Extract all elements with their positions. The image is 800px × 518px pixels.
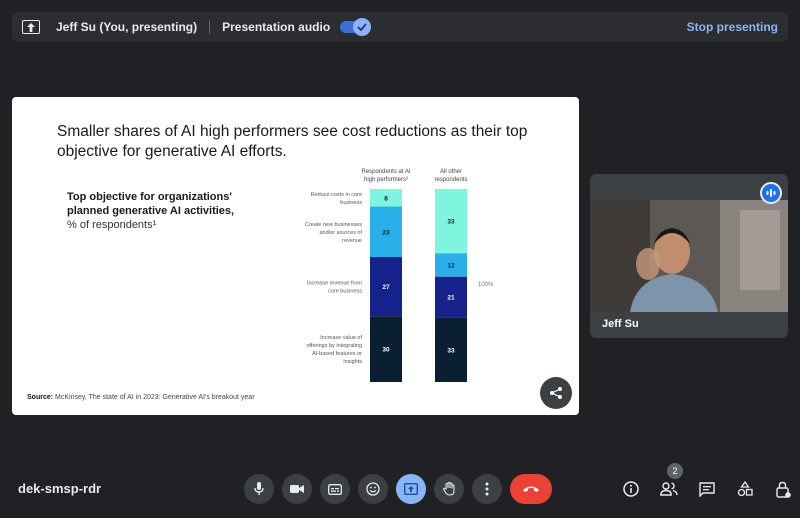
presentation-audio-label: Presentation audio xyxy=(222,20,331,34)
data-label: 12 xyxy=(447,263,455,270)
emoji-icon xyxy=(366,482,380,496)
camera-button[interactable] xyxy=(282,474,312,504)
host-controls-icon xyxy=(776,481,791,498)
microphone-button[interactable] xyxy=(244,474,274,504)
raise-hand-icon xyxy=(442,482,455,496)
side-controls xyxy=(620,476,794,502)
series-label: Create new businesses xyxy=(305,222,362,228)
series-label: Increase revenue from xyxy=(307,281,362,287)
presentation-audio-toggle[interactable] xyxy=(340,18,372,36)
share-icon xyxy=(550,387,562,399)
series-label: Reduce costs in core xyxy=(311,192,362,198)
call-end-icon xyxy=(523,486,539,492)
category-label: respondents xyxy=(434,177,467,183)
source-text: McKinsey, The state of AI in 2023: Gener… xyxy=(55,394,255,401)
people-button[interactable] xyxy=(658,476,680,502)
call-controls xyxy=(244,474,552,504)
stop-presenting-button[interactable]: Stop presenting xyxy=(687,20,778,34)
series-label: revenue xyxy=(342,238,362,244)
category-label: high performers² xyxy=(364,177,408,183)
captions-button[interactable] xyxy=(320,474,350,504)
present-to-all-icon xyxy=(22,20,40,34)
leave-call-button[interactable] xyxy=(510,474,552,504)
series-label: insights xyxy=(343,359,362,365)
series-label: and/or sources of xyxy=(320,230,363,236)
more-options-button[interactable] xyxy=(472,474,502,504)
presenter-name: Jeff Su (You, presenting) xyxy=(56,20,198,34)
info-icon xyxy=(623,481,639,497)
stacked-bar-chart: Respondents at AI high performers² All oth… xyxy=(305,169,494,382)
shared-slide: Smaller shares of AI high performers see… xyxy=(12,97,579,415)
participant-tile[interactable]: Jeff Su xyxy=(590,174,788,338)
total-label: 100% xyxy=(478,282,494,288)
chat-button[interactable] xyxy=(696,476,718,502)
data-label: 21 xyxy=(447,295,455,302)
divider xyxy=(209,20,211,34)
chat-icon xyxy=(699,481,715,497)
data-label: 27 xyxy=(382,284,390,291)
meeting-code: dek-smsp-rdr xyxy=(18,481,102,496)
category-label: Respondents at AI xyxy=(361,169,410,175)
reactions-button[interactable] xyxy=(358,474,388,504)
present-now-button[interactable] xyxy=(396,474,426,504)
present-now-icon xyxy=(404,483,418,495)
series-label: Increase value of xyxy=(320,335,362,341)
data-label: 23 xyxy=(382,229,390,236)
mic-icon xyxy=(254,482,264,495)
participant-video xyxy=(590,200,788,312)
videocam-icon xyxy=(290,485,304,493)
data-label: 30 xyxy=(382,347,390,354)
series-label: offerings by integrating xyxy=(306,343,362,349)
data-label: 33 xyxy=(447,347,455,354)
data-label: 8 xyxy=(384,195,388,202)
closed-caption-icon xyxy=(328,483,342,495)
raise-hand-button[interactable] xyxy=(434,474,464,504)
meeting-details-button[interactable] xyxy=(620,476,642,502)
activities-button[interactable] xyxy=(734,476,756,502)
participant-name: Jeff Su xyxy=(602,318,639,330)
data-label: 33 xyxy=(447,219,455,226)
series-label: core business xyxy=(328,289,362,295)
speaking-indicator-icon xyxy=(760,182,782,204)
series-label: AI-based features or xyxy=(312,351,362,357)
host-controls-button[interactable] xyxy=(772,476,794,502)
more-vert-icon xyxy=(485,482,489,496)
share-button[interactable] xyxy=(540,377,572,409)
people-icon xyxy=(660,482,678,496)
source-label: Source: xyxy=(27,394,54,401)
slide-source: Source: McKinsey, The state of AI in 202… xyxy=(27,394,255,401)
check-icon xyxy=(353,18,372,36)
series-label: business xyxy=(340,200,362,206)
category-label: All other xyxy=(440,169,462,175)
activities-icon xyxy=(737,481,753,497)
presenting-bar: Jeff Su (You, presenting) Presentation a… xyxy=(12,12,788,42)
